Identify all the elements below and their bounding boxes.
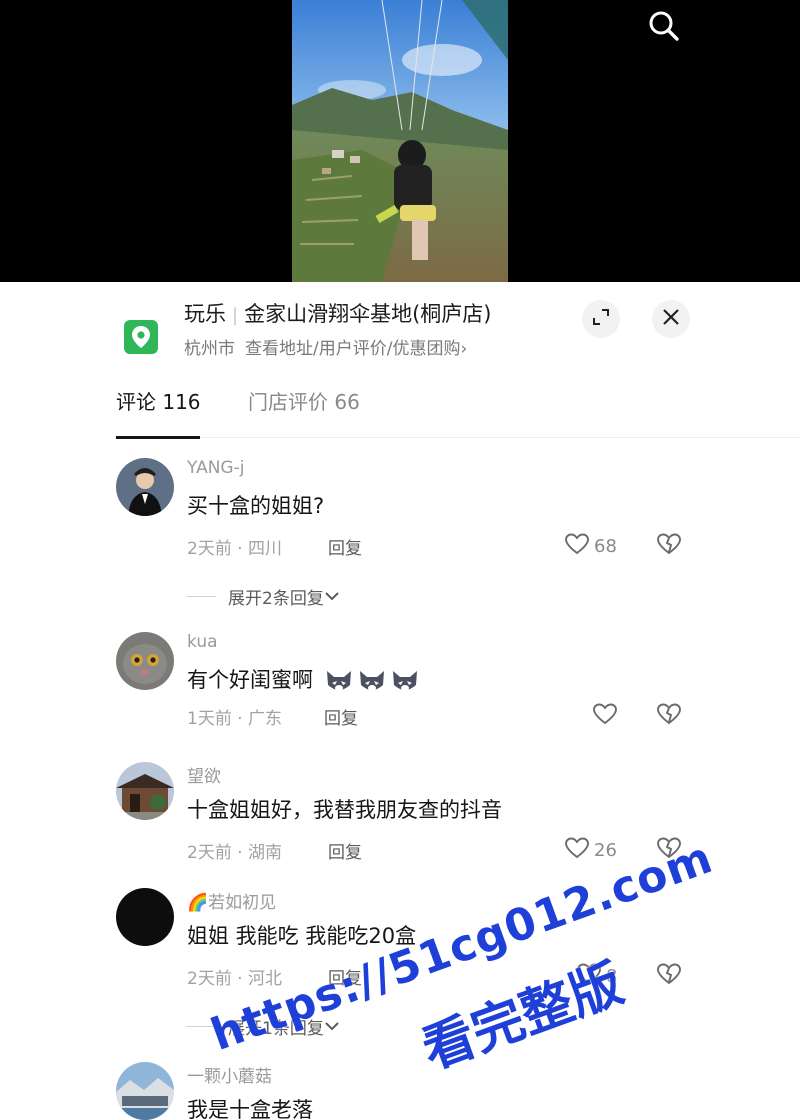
active-tab-indicator (116, 436, 200, 439)
heart-icon (576, 962, 602, 990)
expand-button[interactable] (582, 300, 620, 338)
avatar[interactable] (116, 762, 174, 820)
like-button[interactable]: 68 (564, 532, 617, 560)
search-icon (646, 8, 682, 48)
wolf-emoji-icon (326, 671, 351, 691)
comment-username[interactable]: kua (187, 632, 218, 652)
reply-button[interactable]: 回复 (324, 704, 358, 729)
video-player[interactable] (0, 0, 800, 282)
comment-meta: 2天前 · 湖南 (187, 843, 283, 863)
comment-text: 买十盒的姐姐? (187, 494, 325, 518)
comment-username[interactable]: 望欲 (187, 762, 221, 787)
expand-replies-label: 展开2条回复 (228, 589, 324, 609)
broken-heart-icon (656, 963, 682, 990)
dislike-button[interactable] (656, 962, 682, 990)
close-icon (662, 308, 680, 330)
comment-username[interactable]: 🌈若如初见 (187, 888, 276, 913)
chevron-down-icon (324, 1017, 340, 1037)
divider-line (186, 1026, 216, 1027)
comment-meta: 2天前 · 四川 (187, 539, 283, 559)
expand-replies-button[interactable]: 展开2条回复 (186, 584, 340, 609)
broken-heart-icon (656, 533, 682, 560)
expand-replies-button[interactable]: 展开1条回复 (186, 1014, 340, 1039)
wolf-emoji-icon (359, 671, 384, 691)
close-button[interactable] (652, 300, 690, 338)
poi-card[interactable]: 玩乐 | 金家山滑翔伞基地(桐庐店) 杭州市 查看地址/用户评价/优惠团购› (116, 294, 716, 364)
comment-text: 我是十盒老落 (187, 1098, 313, 1120)
comment-text: 姐姐 我能吃 我能吃20盒 (187, 924, 417, 948)
location-pin-icon (124, 320, 158, 354)
wolf-emoji-icon (392, 671, 417, 691)
paragliding-scene-image (292, 0, 508, 282)
dislike-button[interactable] (656, 702, 682, 730)
comment-meta: 1天前 · 广东 (187, 709, 283, 729)
like-count: 68 (594, 535, 617, 557)
poi-name: 金家山滑翔伞基地(桐庐店) (244, 302, 492, 326)
expand-arrows-icon (592, 308, 610, 330)
poi-links[interactable]: 查看地址/用户评价/优惠团购 (245, 339, 460, 359)
tab-bar: 评论 116 门店评价 66 (116, 382, 800, 439)
heart-icon (592, 702, 618, 730)
search-button[interactable] (640, 6, 688, 50)
broken-heart-icon (656, 703, 682, 730)
poi-category: 玩乐 (184, 302, 226, 326)
like-count: 26 (594, 839, 617, 861)
divider-line (186, 596, 216, 597)
comment-text: 十盒姐姐好，我替我朋友查的抖音 (187, 798, 502, 822)
heart-icon (564, 836, 590, 864)
comment-username[interactable]: 一颗小蘑菇 (187, 1062, 272, 1087)
video-frame-paragliding[interactable] (292, 0, 508, 282)
comment-panel: 玩乐 | 金家山滑翔伞基地(桐庐店) 杭州市 查看地址/用户评价/优惠团购› 评论 1… (0, 282, 800, 1120)
chevron-right-icon: › (460, 339, 468, 359)
reply-button[interactable]: 回复 (328, 838, 362, 863)
broken-heart-icon (656, 837, 682, 864)
expand-replies-label: 展开1条回复 (228, 1019, 324, 1039)
comment-username[interactable]: YANG-j (187, 458, 244, 478)
poi-title: 玩乐 | 金家山滑翔伞基地(桐庐店) (184, 298, 491, 328)
dislike-button[interactable] (656, 836, 682, 864)
comment-text-row: 有个好闺蜜啊 (187, 664, 423, 695)
reply-button[interactable]: 回复 (328, 964, 362, 989)
avatar[interactable] (116, 1062, 174, 1120)
poi-title-divider: | (232, 305, 239, 326)
avatar[interactable] (116, 458, 174, 516)
like-button[interactable]: 26 (564, 836, 617, 864)
reply-button[interactable]: 回复 (328, 534, 362, 559)
tab-store-reviews[interactable]: 门店评价 66 (248, 386, 360, 415)
chevron-down-icon (324, 587, 340, 607)
heart-icon (564, 532, 590, 560)
like-count: 8 (606, 965, 618, 987)
like-button[interactable] (592, 702, 618, 730)
comment-meta: 2天前 · 河北 (187, 969, 283, 989)
poi-subtitle[interactable]: 杭州市 查看地址/用户评价/优惠团购› (184, 334, 467, 359)
avatar[interactable] (116, 632, 174, 690)
tab-comments[interactable]: 评论 116 (116, 386, 201, 415)
dislike-button[interactable] (656, 532, 682, 560)
like-button[interactable]: 8 (576, 962, 617, 990)
comment-text: 有个好闺蜜啊 (187, 668, 313, 692)
avatar[interactable] (116, 888, 174, 946)
poi-city: 杭州市 (184, 339, 235, 359)
emoji-group (324, 667, 423, 695)
